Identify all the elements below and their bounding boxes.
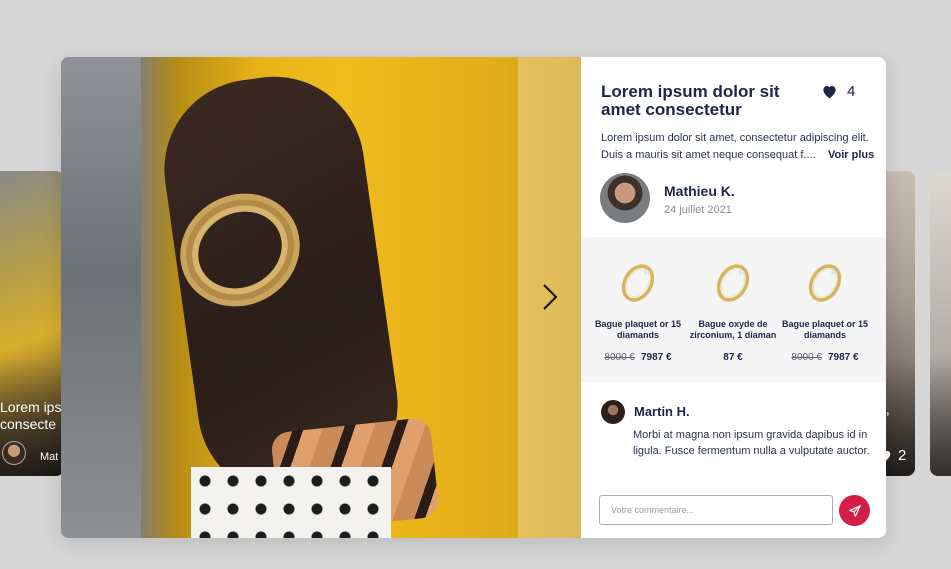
product-name: Bague plaquet or 15 diamands [781, 319, 869, 340]
post-photo [61, 57, 581, 538]
next-image-button[interactable] [537, 282, 563, 312]
current-price: 87 € [723, 352, 743, 363]
like-count: 4 [847, 83, 856, 100]
photo-wall [61, 57, 141, 538]
post-title: Lorem ipsum dolor sit amet consectetur [601, 82, 780, 119]
photo-skirt [191, 467, 391, 538]
product-price: 8000 € 7987 € [779, 352, 871, 363]
ring-icon [716, 264, 750, 302]
product-card[interactable]: Bague plaquet or 15 diamands 8000 € 7987 … [592, 237, 684, 382]
paper-plane-icon [848, 504, 861, 517]
current-price: 7987 € [641, 352, 672, 363]
avatar[interactable] [601, 400, 625, 424]
ring-icon [621, 264, 655, 302]
chevron-right-icon [543, 284, 558, 310]
carousel-card-far[interactable] [930, 171, 951, 476]
heart-icon [823, 86, 836, 99]
product-card[interactable]: Bague oxyde de zirconium, 1 diaman 87 € [687, 237, 779, 382]
post-date: 24 juillet 2021 [664, 204, 732, 216]
card-title: Lorem ips consecte [0, 399, 61, 433]
old-price: 8000 € [791, 352, 822, 363]
product-price: 8000 € 7987 € [592, 352, 684, 363]
old-price: 8000 € [604, 352, 635, 363]
card-title-line: Lorem ips [0, 399, 62, 415]
comment-input[interactable] [599, 495, 833, 525]
post-modal: Lorem ipsum dolor sit amet consectetur 4… [61, 57, 886, 538]
product-list: Bague plaquet or 15 diamands 8000 € 7987 … [581, 237, 886, 382]
comment-author[interactable]: Martin H. [634, 404, 690, 419]
like-button[interactable]: 4 [821, 83, 855, 100]
product-name: Bague plaquet or 15 diamands [594, 319, 682, 340]
carousel-card-previous[interactable]: Lorem ips consecte Mat [0, 171, 64, 476]
card-shade [930, 356, 951, 476]
see-more-link[interactable]: Voir plus [828, 149, 874, 161]
post-details-panel: Lorem ipsum dolor sit amet consectetur 4… [581, 57, 886, 538]
author-name[interactable]: Mathieu K. [664, 183, 735, 199]
card-title-line: consecte [0, 416, 57, 432]
card-author: Mat [40, 451, 59, 463]
ring-icon [808, 264, 842, 302]
product-card[interactable]: Bague plaquet or 15 diamands 8000 € 7987 … [779, 237, 871, 382]
product-price: 87 € [687, 352, 779, 363]
description-line: Lorem ipsum dolor sit amet, consectetur … [601, 132, 869, 144]
product-name: Bague oxyde de zirconium, 1 diaman [689, 319, 777, 340]
current-price: 7987 € [828, 352, 859, 363]
like-count: 2 [898, 447, 907, 464]
avatar[interactable] [600, 173, 650, 223]
avatar [2, 441, 26, 465]
comment-text: Morbi at magna non ipsum gravida dapibus… [633, 429, 870, 457]
send-comment-button[interactable] [839, 495, 870, 526]
